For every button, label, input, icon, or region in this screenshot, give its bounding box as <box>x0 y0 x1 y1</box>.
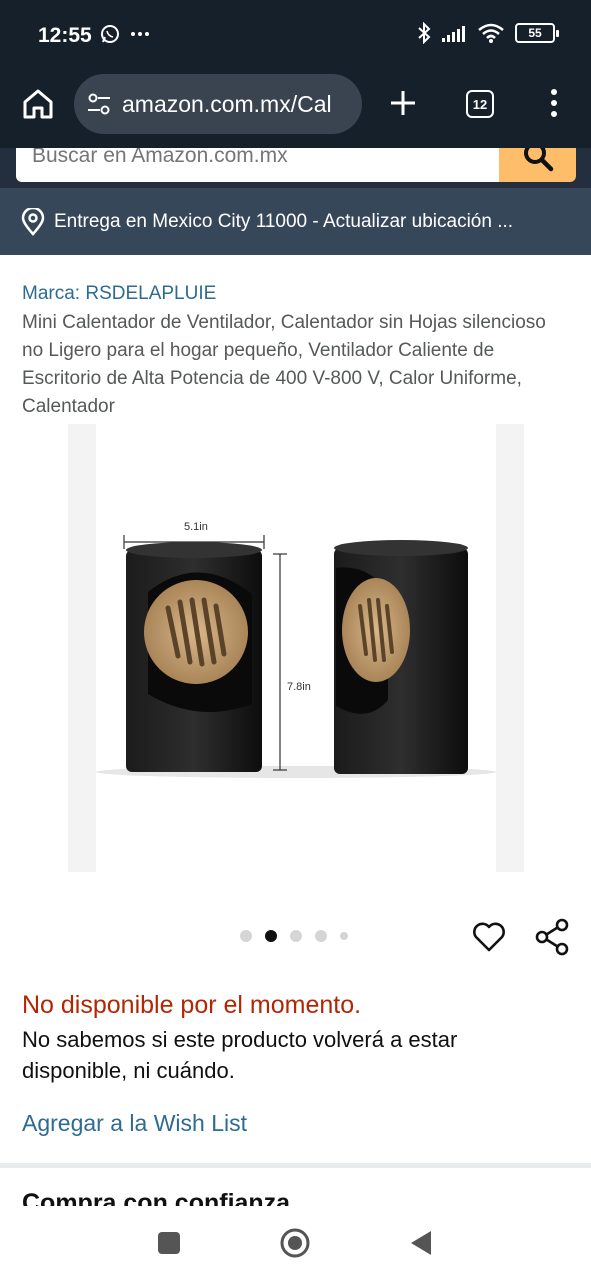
share-icon[interactable] <box>534 918 570 956</box>
product-title: Mini Calentador de Ventilador, Calentado… <box>22 312 546 417</box>
status-left-icons <box>100 24 150 44</box>
heart-icon[interactable] <box>472 920 506 954</box>
search-input[interactable] <box>32 148 500 168</box>
battery-icon: 55 <box>515 23 559 43</box>
availability-message: No sabemos si este producto volverá a es… <box>22 1027 458 1083</box>
carousel-dot[interactable] <box>290 930 302 942</box>
width-label: 5.1in <box>184 521 208 533</box>
tab-count: 12 <box>472 96 488 112</box>
heater-illustration: 5.1in 7.8in <box>96 521 496 778</box>
home-nav-button[interactable] <box>279 1227 311 1259</box>
height-label: 7.8in <box>287 681 311 693</box>
location-pin-icon <box>21 207 45 236</box>
availability-status: No disponible por el momento. <box>22 991 362 1019</box>
url-text[interactable]: amazon.com.mx/Cal <box>122 91 332 118</box>
search-field[interactable] <box>16 148 500 182</box>
carousel-dot-active[interactable] <box>265 930 277 942</box>
home-icon[interactable] <box>20 86 56 122</box>
status-right-icons: 55 <box>417 22 559 44</box>
tabs-button[interactable]: 12 <box>466 90 494 118</box>
signal-icon <box>442 26 465 42</box>
delivery-text[interactable]: Entrega en Mexico City 11000 - Actualiza… <box>54 211 513 233</box>
carousel-dots[interactable] <box>240 930 348 942</box>
trust-section-heading: Compra con confianza <box>22 1189 291 1206</box>
search-button[interactable] <box>499 148 576 182</box>
add-to-wishlist-link[interactable]: Agregar a la Wish List <box>22 1110 247 1137</box>
brand-link[interactable]: Marca: RSDELAPLUIE <box>22 283 216 305</box>
carousel-dot[interactable] <box>340 932 348 940</box>
menu-dots-icon[interactable] <box>548 88 560 118</box>
whatsapp-icon <box>101 25 119 43</box>
carousel-dot[interactable] <box>315 930 327 942</box>
site-settings-icon[interactable] <box>86 91 112 117</box>
system-nav-bar <box>0 1206 591 1280</box>
address-bar[interactable]: amazon.com.mx/Cal <box>74 74 362 134</box>
status-time: 12:55 <box>38 24 92 47</box>
delivery-location-bar[interactable]: Entrega en Mexico City 11000 - Actualiza… <box>0 188 591 255</box>
amazon-search-header <box>0 148 591 188</box>
battery-level: 55 <box>528 26 542 40</box>
recents-button[interactable] <box>158 1232 180 1254</box>
status-bar: 12:55 55 <box>0 0 591 72</box>
wifi-icon <box>478 23 504 43</box>
bluetooth-icon <box>418 22 431 44</box>
browser-toolbar: amazon.com.mx/Cal 12 <box>0 72 591 148</box>
carousel-dot[interactable] <box>240 930 252 942</box>
search-icon <box>523 148 553 172</box>
new-tab-button[interactable] <box>388 88 418 118</box>
product-image[interactable]: 5.1in 7.8in <box>68 424 524 872</box>
back-button[interactable] <box>410 1230 432 1256</box>
section-divider <box>0 1163 591 1168</box>
more-dots-icon <box>131 32 149 36</box>
